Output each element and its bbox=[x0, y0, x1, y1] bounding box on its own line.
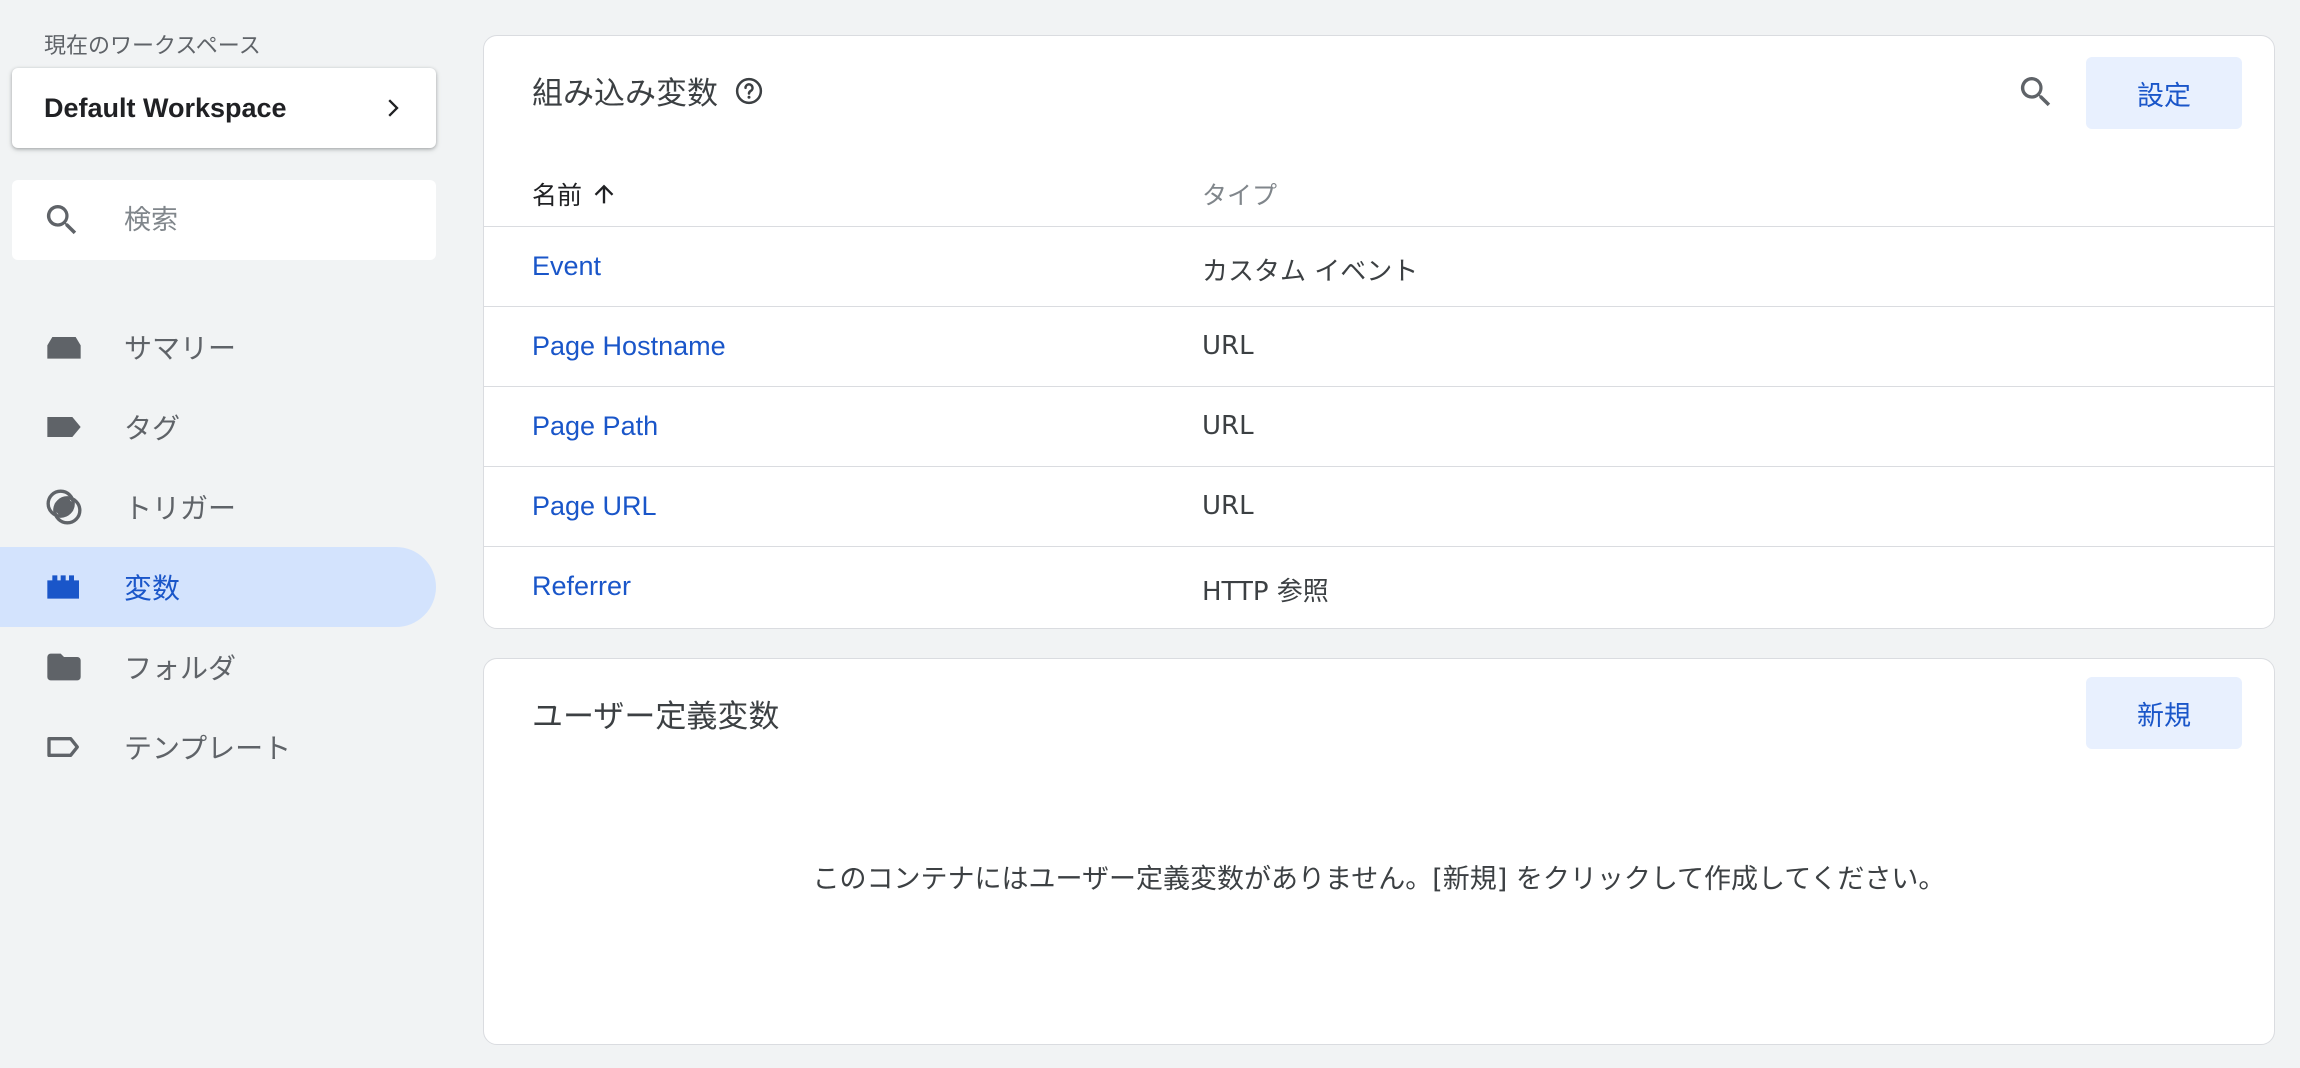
variable-type: URL bbox=[1202, 491, 1254, 521]
user-defined-variables-title: ユーザー定義変数 bbox=[532, 699, 780, 735]
folder-icon bbox=[47, 653, 81, 681]
tag-icon bbox=[47, 417, 81, 437]
sidebar-item-triggers[interactable]: トリガー bbox=[0, 467, 436, 547]
sidebar-item-label: トリガー bbox=[124, 492, 237, 525]
sidebar-item-label: フォルダ bbox=[124, 652, 237, 685]
column-header-type: タイプ bbox=[1202, 181, 1278, 210]
user-defined-variables-card: ユーザー定義変数 新規 このコンテナにはユーザー定義変数がありません。[新規] … bbox=[483, 658, 2275, 1045]
arrow-up-icon bbox=[594, 184, 614, 204]
sidebar-item-folders[interactable]: フォルダ bbox=[0, 627, 436, 707]
app: 現在のワークスペース Default Workspace サマリー bbox=[0, 0, 2300, 1068]
variable-name-link[interactable]: Event bbox=[532, 251, 601, 282]
table-row: Referrer HTTP 参照 bbox=[484, 547, 2274, 627]
table-row: Page URL URL bbox=[484, 467, 2274, 547]
workspace-name: Default Workspace bbox=[44, 92, 287, 123]
column-header-name[interactable]: 名前 bbox=[532, 176, 618, 212]
card-title-text: 組み込み変数 bbox=[532, 76, 718, 112]
table-body: Event カスタム イベント Page Hostname URL Page P… bbox=[484, 227, 2274, 627]
builtin-variables-title: 組み込み変数 bbox=[532, 68, 764, 113]
sidebar-item-tags[interactable]: タグ bbox=[0, 387, 436, 467]
table-row: Event カスタム イベント bbox=[484, 227, 2274, 307]
trigger-icon bbox=[46, 489, 82, 525]
sidebar-search[interactable] bbox=[12, 180, 436, 260]
workspace-selector[interactable]: Default Workspace bbox=[12, 68, 436, 148]
variable-name-link[interactable]: Page Path bbox=[532, 411, 658, 442]
variable-name-link[interactable]: Referrer bbox=[532, 571, 631, 602]
sidebar-item-variables[interactable]: 変数 bbox=[0, 547, 436, 627]
summary-icon bbox=[47, 337, 81, 359]
template-icon bbox=[47, 737, 80, 757]
column-header-label: 名前 bbox=[532, 181, 583, 210]
table-row: Page Hostname URL bbox=[484, 307, 2274, 387]
sidebar-item-label: サマリー bbox=[124, 332, 237, 365]
variable-name-link[interactable]: Page Hostname bbox=[532, 331, 726, 362]
table-header: 名前 タイプ bbox=[484, 156, 2274, 227]
help-icon[interactable] bbox=[734, 76, 764, 106]
empty-state-message: このコンテナにはユーザー定義変数がありません。[新規] をクリックして作成してく… bbox=[812, 864, 1946, 895]
variable-type: URL bbox=[1202, 331, 1254, 361]
configure-button[interactable]: 設定 bbox=[2086, 57, 2242, 129]
variable-type: URL bbox=[1202, 411, 1254, 441]
variable-name-link[interactable]: Page URL bbox=[532, 491, 657, 522]
builtin-variables-card: 組み込み変数 設定 名前 タイプ Event カスタム イベント Page Ho… bbox=[483, 35, 2275, 629]
search-input[interactable] bbox=[124, 204, 404, 236]
sidebar-item-summary[interactable]: サマリー bbox=[0, 307, 436, 387]
search-icon[interactable] bbox=[2016, 72, 2056, 112]
chevron-right-icon bbox=[388, 99, 399, 117]
sidebar-nav: サマリー タグ トリガー 変数 フォルダ テンプレート bbox=[0, 307, 450, 787]
sidebar-item-templates[interactable]: テンプレート bbox=[0, 707, 436, 787]
sidebar-item-label: 変数 bbox=[124, 572, 181, 605]
variable-type: HTTP 参照 bbox=[1202, 577, 1329, 607]
sidebar: 現在のワークスペース Default Workspace サマリー bbox=[0, 0, 450, 1068]
workspace-label: 現在のワークスペース bbox=[44, 34, 261, 59]
table-row: Page Path URL bbox=[484, 387, 2274, 467]
sidebar-item-label: テンプレート bbox=[124, 732, 292, 765]
new-variable-button[interactable]: 新規 bbox=[2086, 677, 2242, 749]
variable-type: カスタム イベント bbox=[1202, 257, 1419, 287]
variables-icon bbox=[47, 575, 79, 599]
search-icon bbox=[46, 205, 77, 235]
sidebar-item-label: タグ bbox=[124, 412, 181, 445]
